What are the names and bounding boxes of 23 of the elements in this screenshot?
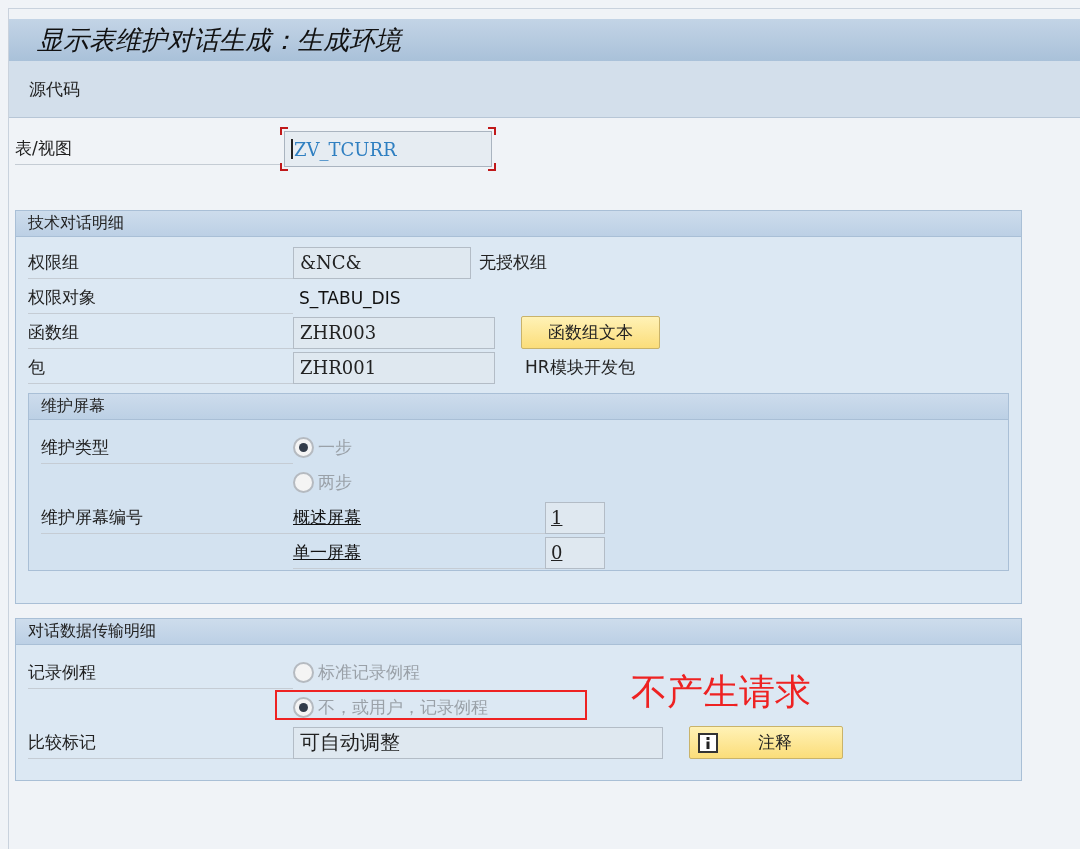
field-label: 权限对象 [28,281,293,314]
input-field[interactable]: &NC& [293,246,471,279]
comment-button[interactable]: 注释 [689,726,843,759]
field-label: 维护类型 [41,431,293,464]
info-icon [698,732,718,753]
input-field[interactable]: 0 [545,536,605,569]
annotation-text: 不产生请求 [631,670,811,714]
section-title: 维护屏幕 [41,396,105,417]
input-field[interactable]: 可自动调整 [293,726,663,759]
input-field[interactable]: ZHR003 [293,316,495,349]
field-label: 表/视图 [15,133,280,165]
field-label: 维护屏幕编号 [41,501,293,534]
field-value: S_TABU_DIS [299,287,401,308]
section-title: 对话数据传输明细 [28,621,156,642]
field-description: 无授权组 [479,251,547,274]
window-title: 显示表维护对话生成：生成环境 [37,23,401,57]
section-title: 技术对话明细 [28,213,124,234]
field-label: 记录例程 [28,656,293,689]
input-field[interactable]: 1 [545,501,605,534]
field-description: HR模块开发包 [525,356,635,379]
function-group-text-button[interactable]: 函数组文本 [521,316,660,349]
toolbar-item[interactable]: 源代码 [29,77,80,101]
input-field[interactable]: ZHR001 [293,351,495,384]
